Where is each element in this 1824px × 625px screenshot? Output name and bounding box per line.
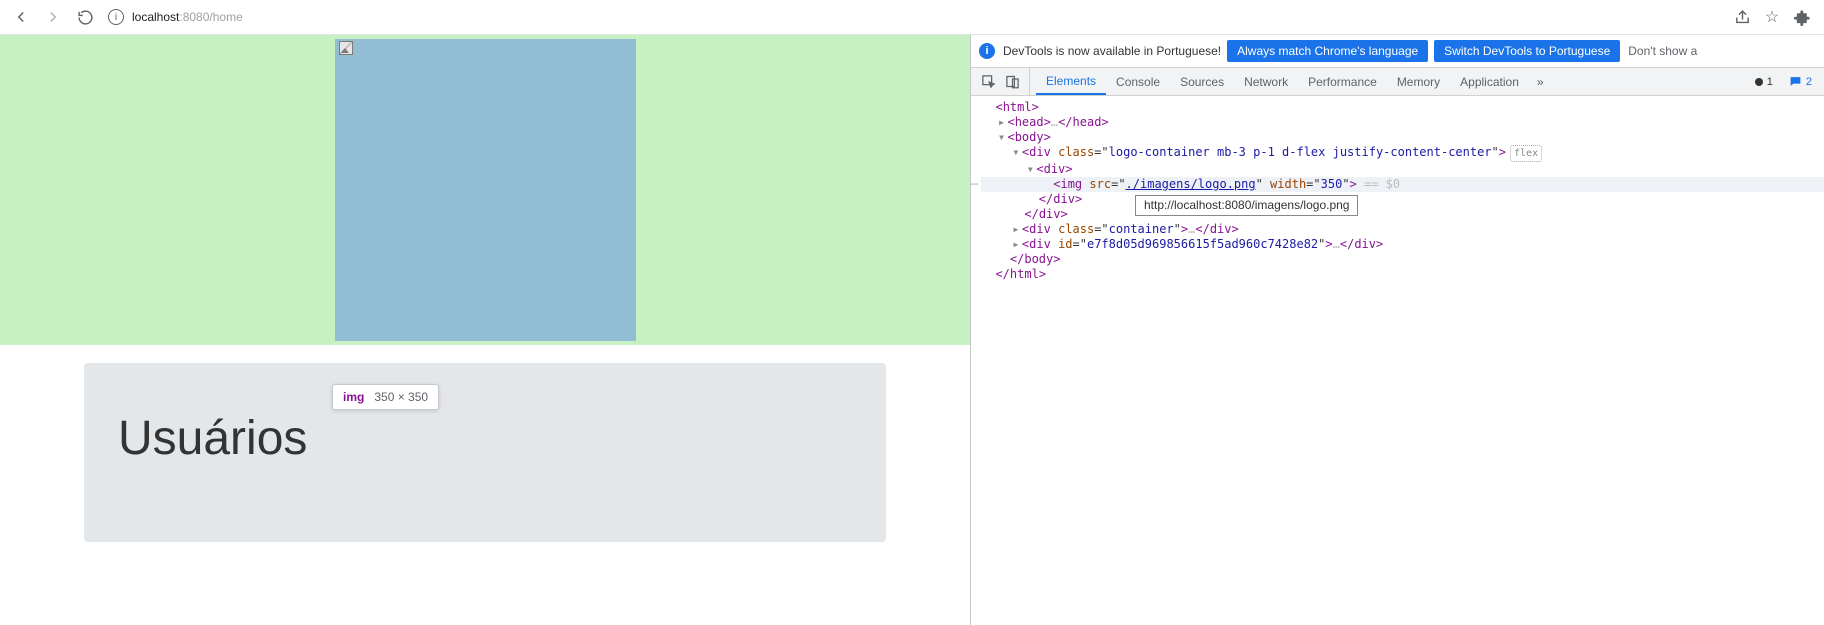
users-card: Usuários — [84, 363, 886, 542]
element-inspector-tooltip: img 350 × 350 — [332, 384, 439, 410]
broken-image-icon — [339, 41, 353, 55]
devtools-pane: i DevTools is now available in Portugues… — [970, 35, 1824, 625]
flex-badge[interactable]: flex — [1510, 145, 1542, 162]
tab-sources[interactable]: Sources — [1170, 68, 1234, 95]
error-counter[interactable]: 1 — [1749, 75, 1779, 89]
browser-toolbar: i localhost:8080/home ☆ — [0, 0, 1824, 35]
arrow-left-icon — [12, 8, 30, 26]
tab-performance[interactable]: Performance — [1298, 68, 1387, 95]
expand-toggle-icon[interactable]: ▾ — [1010, 145, 1022, 160]
tab-memory[interactable]: Memory — [1387, 68, 1450, 95]
banner-text: DevTools is now available in Portuguese! — [1003, 44, 1221, 58]
devtools-language-banner: i DevTools is now available in Portugues… — [971, 35, 1824, 68]
url-text: localhost:8080/home — [132, 10, 243, 24]
site-info-icon[interactable]: i — [108, 9, 124, 25]
expand-toggle-icon[interactable]: ▸ — [1010, 222, 1022, 237]
arrow-right-icon — [44, 8, 62, 26]
tab-console[interactable]: Console — [1106, 68, 1170, 95]
bookmark-star-icon[interactable]: ☆ — [1762, 7, 1782, 27]
message-icon — [1789, 75, 1802, 88]
logo-container — [0, 35, 970, 345]
banner-dont-show[interactable]: Don't show a — [1628, 44, 1697, 58]
expand-toggle-icon[interactable]: ▸ — [1010, 237, 1022, 252]
card-title: Usuários — [118, 411, 852, 466]
logo-image-placeholder[interactable] — [335, 39, 636, 341]
extensions-icon[interactable] — [1792, 7, 1812, 27]
device-toggle-icon[interactable] — [1001, 68, 1023, 95]
tab-elements[interactable]: Elements — [1036, 68, 1106, 95]
devtools-tabstrip: Elements Console Sources Network Perform… — [971, 68, 1824, 96]
tooltip-tag: img — [343, 390, 364, 404]
expand-toggle-icon[interactable]: ▸ — [995, 115, 1007, 130]
inspect-element-icon[interactable] — [977, 68, 999, 95]
info-icon: i — [979, 43, 995, 59]
banner-switch-language-button[interactable]: Switch DevTools to Portuguese — [1434, 40, 1620, 62]
reload-icon — [77, 9, 94, 26]
src-url-tooltip: http://localhost:8080/imagens/logo.png — [1135, 195, 1358, 216]
elements-dom-tree[interactable]: <html> ▸<head>…</head> ▾<body> ▾<div cla… — [971, 96, 1824, 625]
message-counter[interactable]: 2 — [1783, 74, 1818, 89]
tab-application[interactable]: Application — [1450, 68, 1529, 95]
rendered-page-pane: img 350 × 350 Usuários — [0, 35, 970, 625]
nav-back-button[interactable] — [8, 4, 34, 30]
selected-dom-node[interactable]: ⋯ <img src="./imagens/logo.png" width="3… — [981, 177, 1824, 192]
share-icon[interactable] — [1732, 7, 1752, 27]
nav-reload-button[interactable] — [72, 4, 98, 30]
nav-forward-button[interactable] — [40, 4, 66, 30]
address-bar[interactable]: i localhost:8080/home — [108, 9, 1732, 25]
tabs-overflow-icon[interactable]: » — [1529, 68, 1552, 95]
tab-network[interactable]: Network — [1234, 68, 1298, 95]
banner-match-language-button[interactable]: Always match Chrome's language — [1227, 40, 1428, 62]
expand-toggle-icon[interactable]: ▾ — [995, 130, 1007, 145]
expand-toggle-icon[interactable]: ▾ — [1024, 162, 1036, 177]
tooltip-dimensions: 350 × 350 — [374, 390, 428, 404]
